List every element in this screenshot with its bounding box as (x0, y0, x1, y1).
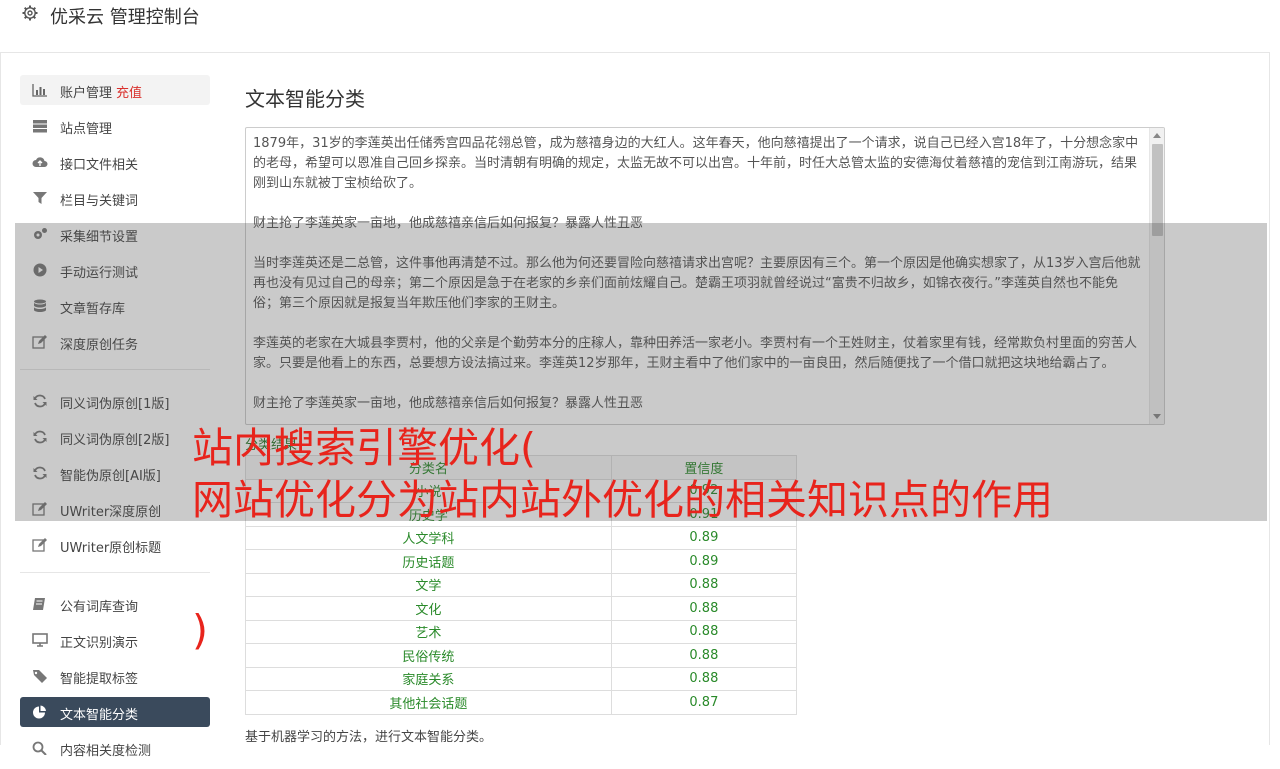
filter-icon (33, 192, 47, 204)
category-cell: 民俗传统 (245, 643, 612, 668)
pie-chart-icon (33, 705, 46, 719)
sidebar-item-keywords[interactable]: 栏目与关键词 (20, 183, 210, 213)
overlay-closing-paren: ) (192, 606, 208, 654)
sidebar-item-account[interactable]: 账户管理 充值 (20, 75, 210, 105)
recharge-link[interactable]: 充值 (116, 86, 142, 101)
sidebar-divider (20, 572, 210, 573)
sidebar-item-label: 公有词库查询 (60, 600, 139, 615)
sidebar-item-label: 文本智能分类 (60, 708, 139, 723)
category-cell: 文化 (245, 596, 612, 621)
sidebar-item-public-lexicon[interactable]: 公有词库查询 (20, 589, 210, 619)
sidebar-item-label: UWriter原创标题 (60, 541, 162, 556)
overlay-headline: 站内搜索引擎优化( 网站优化分为站内站外优化的相关知识点的作用 (192, 422, 1053, 526)
sidebar-item-text-classify[interactable]: 文本智能分类 (20, 697, 210, 727)
cloud-upload-icon (32, 157, 48, 167)
sidebar-item-extract-tags[interactable]: 智能提取标签 (20, 661, 210, 691)
sidebar-item-label: 栏目与关键词 (60, 194, 139, 209)
book-icon (33, 598, 45, 610)
table-row: 家庭关系 0.88 (245, 666, 798, 691)
table-row: 艺术 0.88 (245, 619, 798, 644)
sidebar-item-label: 正文识别演示 (60, 636, 139, 651)
category-cell: 艺术 (245, 619, 612, 644)
category-cell: 历史话题 (245, 549, 612, 574)
tag-icon (33, 670, 47, 683)
category-cell: 文学 (245, 572, 612, 597)
text-paragraph: 1879年，31岁的李莲英出任储秀宫四品花翎总管，成为慈禧身边的大红人。这年春天… (253, 136, 1139, 191)
top-bar: 优采云 管理控制台 (0, 0, 1270, 53)
gear-icon[interactable] (22, 5, 38, 21)
overlay-line: 网站优化分为站内站外优化的相关知识点的作用 (192, 476, 1053, 524)
table-row: 文学 0.88 (245, 572, 798, 597)
category-cell: 家庭关系 (245, 666, 612, 691)
sidebar-item-sites[interactable]: 站点管理 (20, 111, 210, 141)
bar-chart-icon (32, 84, 47, 97)
confidence-cell: 0.89 (610, 549, 798, 574)
footnote-text: 基于机器学习的方法，进行文本智能分类。 (245, 730, 493, 745)
confidence-cell: 0.88 (610, 666, 798, 691)
sidebar-item-label: 站点管理 (60, 122, 113, 137)
app-title: 优采云 管理控制台 (50, 7, 200, 28)
overlay-line: 站内搜索引擎优化( (192, 424, 536, 472)
sidebar-item-relevance-check[interactable]: 内容相关度检测 (20, 733, 210, 763)
sidebar-item-label: 接口文件相关 (60, 158, 139, 173)
page-title: 文本智能分类 (245, 87, 365, 111)
confidence-cell: 0.88 (610, 572, 798, 597)
confidence-cell: 0.88 (610, 619, 798, 644)
table-row: 民俗传统 0.88 (245, 643, 798, 668)
edit-icon (32, 538, 47, 552)
sidebar-item-api-files[interactable]: 接口文件相关 (20, 147, 210, 177)
confidence-cell: 0.88 (610, 643, 798, 668)
sidebar-item-label: 智能提取标签 (60, 672, 139, 687)
table-row: 人文学科 0.89 (245, 525, 798, 550)
scroll-up-arrow-icon[interactable] (1153, 133, 1161, 138)
sidebar-item-uwriter-title[interactable]: UWriter原创标题 (20, 530, 210, 560)
table-row: 其他社会话题 0.87 (245, 690, 798, 715)
confidence-cell: 0.87 (610, 690, 798, 715)
table-row: 文化 0.88 (245, 596, 798, 621)
category-cell: 人文学科 (245, 525, 612, 550)
sidebar-item-label: 账户管理 (60, 86, 113, 101)
monitor-icon (32, 633, 48, 647)
search-icon (32, 741, 47, 755)
category-cell: 其他社会话题 (245, 690, 612, 715)
server-icon (33, 120, 47, 133)
confidence-cell: 0.88 (610, 596, 798, 621)
sidebar-item-body-detect[interactable]: 正文识别演示 (20, 625, 210, 655)
sidebar-item-label: 内容相关度检测 (60, 744, 152, 759)
table-row: 历史话题 0.89 (245, 549, 798, 574)
confidence-cell: 0.89 (610, 525, 798, 550)
